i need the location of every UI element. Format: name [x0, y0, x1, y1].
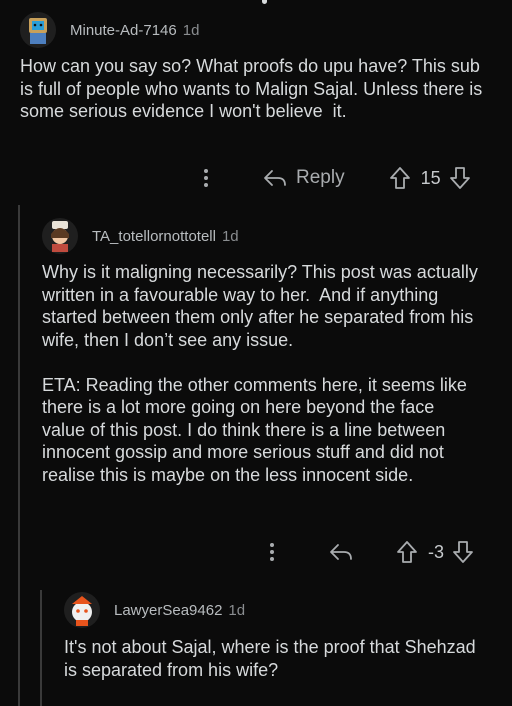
reply-arrow-icon: [262, 168, 288, 188]
comment-header: LawyerSea9462 1d: [64, 592, 245, 628]
comment-actions: -3: [266, 540, 474, 564]
comment-body: It's not about Sajal, where is the proof…: [64, 637, 481, 680]
username[interactable]: TA_totellornottotell: [92, 228, 216, 245]
avatar[interactable]: [64, 592, 100, 628]
more-options-icon[interactable]: [266, 541, 278, 563]
comment-header: Minute-Ad-7146 1d: [20, 12, 199, 48]
vote-score: -3: [428, 541, 445, 562]
vote-score: 15: [420, 167, 441, 188]
avatar[interactable]: [20, 12, 56, 48]
username[interactable]: Minute-Ad-7146: [70, 22, 177, 39]
more-options-icon[interactable]: [200, 167, 212, 189]
reply-button[interactable]: Reply: [262, 167, 345, 189]
comment-age: 1d: [221, 227, 239, 245]
reply-arrow-icon[interactable]: [328, 542, 354, 562]
comment-actions: Reply 15: [200, 166, 471, 190]
comment-header: TA_totellornottotell 1d: [42, 218, 239, 254]
thread-line[interactable]: [40, 590, 42, 706]
comment-body: How can you say so? What proofs do upu h…: [20, 56, 488, 121]
downvote-arrow-icon[interactable]: [452, 540, 474, 564]
upvote-arrow-icon[interactable]: [396, 540, 418, 564]
thread-line[interactable]: [18, 205, 20, 706]
comment-age: 1d: [182, 21, 200, 39]
top-indicator: [262, 0, 267, 4]
avatar[interactable]: [42, 218, 78, 254]
downvote-arrow-icon[interactable]: [449, 166, 471, 190]
upvote-arrow-icon[interactable]: [389, 166, 411, 190]
comment-body: Why is it maligning necessarily? This po…: [42, 262, 478, 485]
comment-age: 1d: [228, 601, 246, 619]
username[interactable]: LawyerSea9462: [114, 602, 222, 619]
reply-label: Reply: [296, 167, 345, 188]
